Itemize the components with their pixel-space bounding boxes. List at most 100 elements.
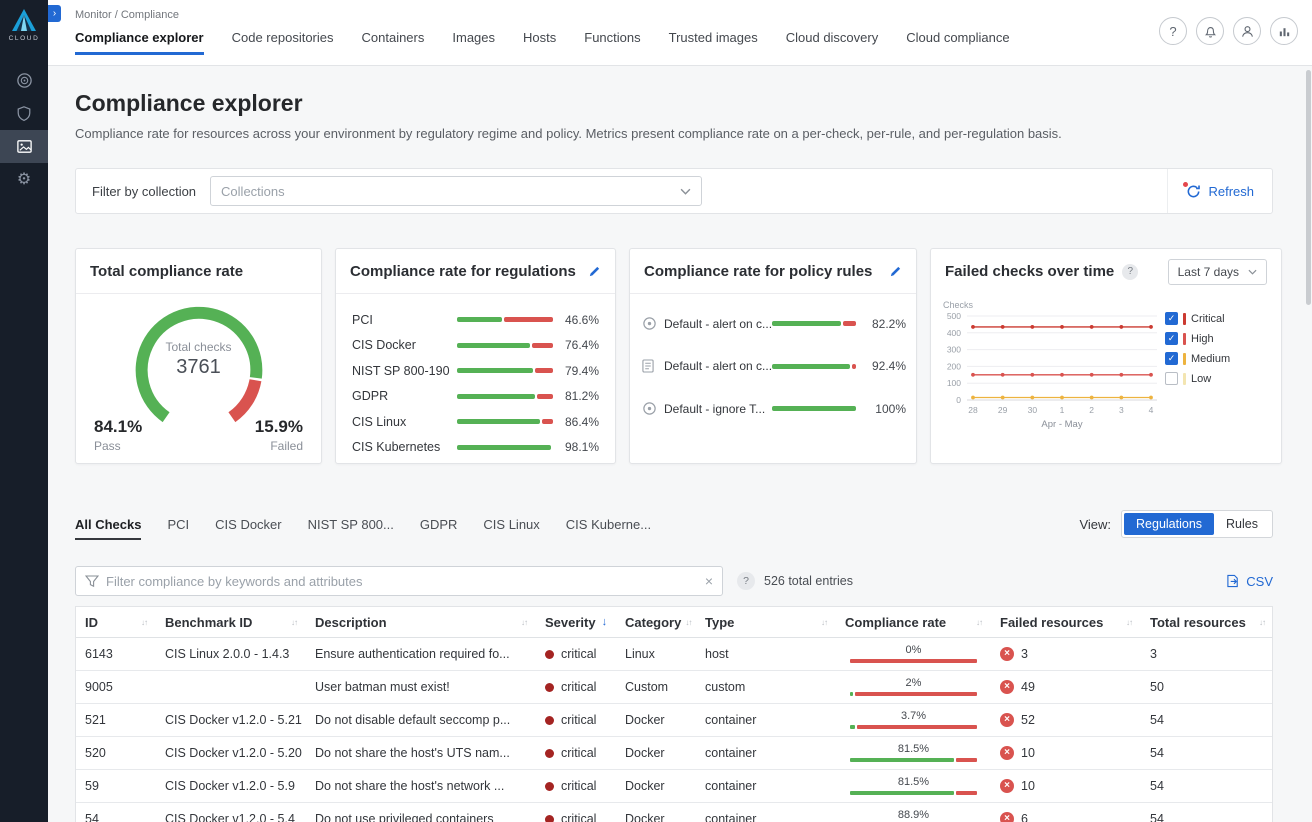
legend-label: Medium	[1191, 353, 1230, 365]
table-row[interactable]: 521CIS Docker v1.2.0 - 5.21Do not disabl…	[76, 704, 1272, 737]
legend-item-critical[interactable]: ✓Critical	[1165, 312, 1247, 325]
collections-select[interactable]	[210, 176, 702, 206]
csv-export-button[interactable]: CSV	[1226, 574, 1273, 589]
cell-total-resources: 50	[1141, 680, 1274, 694]
column-header-id[interactable]: ID↓↑	[76, 615, 156, 630]
column-header-failed-resources[interactable]: Failed resources↓↑	[991, 615, 1141, 630]
svg-text:4: 4	[1149, 405, 1154, 415]
column-header-description[interactable]: Description↓↑	[306, 615, 536, 630]
cell-value: container	[705, 779, 756, 793]
refresh-button[interactable]: Refresh	[1186, 184, 1254, 199]
tab-cloud-compliance[interactable]: Cloud compliance	[906, 30, 1009, 55]
bar-fail-segment	[542, 419, 553, 424]
user-icon[interactable]	[1233, 17, 1261, 45]
rate-bar	[850, 725, 977, 729]
checks-tab-cis-docker[interactable]: CIS Docker	[215, 517, 281, 540]
cell-benchmark-id: CIS Docker v1.2.0 - 5.21	[156, 713, 306, 727]
tab-images[interactable]: Images	[452, 30, 495, 55]
tab-cloud-discovery[interactable]: Cloud discovery	[786, 30, 879, 55]
notifications-icon[interactable]	[1196, 17, 1224, 45]
view-option-regulations[interactable]: Regulations	[1124, 513, 1214, 535]
tab-functions[interactable]: Functions	[584, 30, 640, 55]
bar-pass-segment	[457, 445, 551, 450]
sidebar-expand-button[interactable]: ›	[48, 5, 61, 22]
checks-tab-pci[interactable]: PCI	[167, 517, 189, 540]
severity-label: critical	[561, 647, 596, 661]
legend-item-low[interactable]: Low	[1165, 372, 1247, 385]
entries-help-icon[interactable]: ?	[737, 572, 755, 590]
table-row[interactable]: 59CIS Docker v1.2.0 - 5.9Do not share th…	[76, 770, 1272, 803]
tab-trusted-images[interactable]: Trusted images	[669, 30, 758, 55]
view-label: View:	[1079, 517, 1111, 532]
legend-item-high[interactable]: ✓High	[1165, 332, 1247, 345]
column-header-benchmark-id[interactable]: Benchmark ID↓↑	[156, 615, 306, 630]
cell-type: custom	[696, 680, 836, 694]
regulation-label: NIST SP 800-190	[352, 364, 457, 378]
checks-tab-nist-sp-800[interactable]: NIST SP 800...	[308, 517, 394, 540]
checks-tab-all-checks[interactable]: All Checks	[75, 517, 141, 540]
checks-tab-cis-linux[interactable]: CIS Linux	[483, 517, 539, 540]
cell-value: CIS Docker v1.2.0 - 5.21	[165, 713, 302, 727]
help-icon[interactable]: ?	[1159, 17, 1187, 45]
regulation-bar	[457, 445, 553, 450]
sidebar-item-radars[interactable]	[0, 64, 48, 97]
checks-tab-gdpr[interactable]: GDPR	[420, 517, 458, 540]
refresh-area: Refresh	[1167, 169, 1272, 213]
tab-hosts[interactable]: Hosts	[523, 30, 556, 55]
legend-item-medium[interactable]: ✓Medium	[1165, 352, 1247, 365]
bar-pass-segment	[850, 725, 855, 729]
sidebar-item-monitor[interactable]	[0, 130, 48, 163]
chevron-down-icon	[1248, 269, 1257, 275]
scrollbar[interactable]	[1306, 70, 1311, 305]
view-toggle: RegulationsRules	[1121, 510, 1273, 538]
card-title: Failed checks over time	[945, 263, 1114, 280]
column-header-total-resources[interactable]: Total resources↓↑	[1141, 615, 1274, 630]
cell-severity: critical	[536, 746, 616, 760]
tab-code-repositories[interactable]: Code repositories	[232, 30, 334, 55]
chart-help-icon[interactable]: ?	[1122, 264, 1138, 280]
breadcrumb[interactable]: Monitor / Compliance	[75, 9, 1312, 21]
checks-tab-cis-kuberne[interactable]: CIS Kuberne...	[566, 517, 651, 540]
table-header: ID↓↑Benchmark ID↓↑Description↓↑Severity↓…	[76, 607, 1272, 638]
collections-input[interactable]	[221, 184, 680, 199]
bar-pass-segment	[457, 343, 530, 348]
edit-regulations-button[interactable]	[588, 265, 601, 278]
table-row[interactable]: 9005User batman must exist!criticalCusto…	[76, 671, 1272, 704]
logo-icon	[11, 8, 37, 32]
table-body: 6143CIS Linux 2.0.0 - 1.4.3Ensure authen…	[76, 638, 1272, 822]
clear-filter-icon[interactable]: ×	[705, 574, 713, 588]
cell-compliance-rate: 81.5%	[836, 777, 991, 795]
time-range-select[interactable]: Last 7 days	[1168, 259, 1267, 285]
sidebar-item-manage[interactable]: ⚙	[0, 163, 48, 196]
keyword-filter[interactable]: ×	[75, 566, 723, 596]
table-row[interactable]: 6143CIS Linux 2.0.0 - 1.4.3Ensure authen…	[76, 638, 1272, 671]
rate-percent: 81.5%	[850, 744, 977, 755]
tab-containers[interactable]: Containers	[362, 30, 425, 55]
sort-icons: ↓↑	[972, 618, 982, 627]
legend-label: Low	[1191, 373, 1211, 385]
keyword-filter-input[interactable]	[106, 574, 698, 589]
table-row[interactable]: 520CIS Docker v1.2.0 - 5.20Do not share …	[76, 737, 1272, 770]
stats-icon[interactable]	[1270, 17, 1298, 45]
cell-benchmark-id: CIS Docker v1.2.0 - 5.9	[156, 779, 306, 793]
sort-icons: ↓↑	[287, 618, 297, 627]
column-header-category[interactable]: Category↓↑	[616, 615, 696, 630]
policy-rule-bar	[772, 364, 856, 369]
tab-compliance-explorer[interactable]: Compliance explorer	[75, 30, 204, 55]
bar-pass-segment	[457, 419, 540, 424]
sidebar-item-defend[interactable]	[0, 97, 48, 130]
cell-value: Docker	[625, 779, 665, 793]
time-range-value: Last 7 days	[1178, 265, 1239, 279]
cell-value: 521	[85, 713, 106, 727]
column-header-severity[interactable]: Severity↓	[536, 615, 616, 630]
cell-value: Ensure authentication required fo...	[315, 647, 510, 661]
column-header-type[interactable]: Type↓↑	[696, 615, 836, 630]
table-row[interactable]: 54CIS Docker v1.2.0 - 5.4Do not use priv…	[76, 803, 1272, 822]
cell-compliance-rate: 81.5%	[836, 744, 991, 762]
bar-fail-segment	[857, 725, 977, 729]
column-header-compliance-rate[interactable]: Compliance rate↓↑	[836, 615, 991, 630]
cell-failed-resources: ×52	[991, 713, 1141, 727]
gauge-center: Total checks 3761	[76, 340, 321, 379]
edit-policy-rules-button[interactable]	[889, 265, 902, 278]
view-option-rules[interactable]: Rules	[1214, 513, 1270, 535]
